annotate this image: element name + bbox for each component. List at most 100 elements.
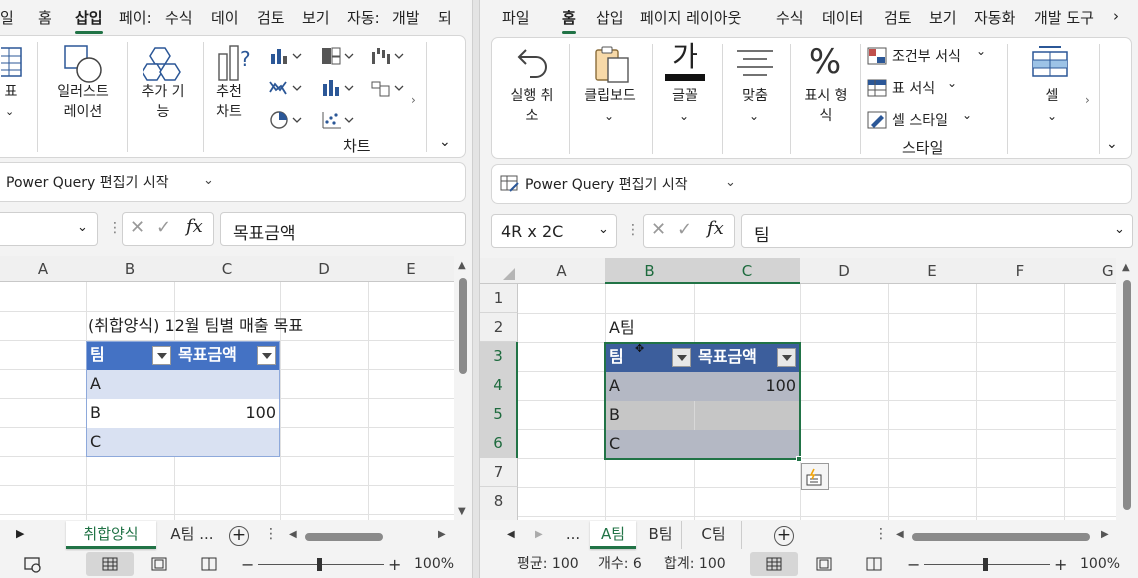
enter-icon[interactable]: ✓ [156, 217, 171, 238]
table-header-team[interactable]: 팀 [605, 343, 694, 372]
tab-insert[interactable]: 삽입 [596, 7, 624, 28]
status-sum[interactable]: 합계: 100 [664, 551, 726, 578]
accessibility-icon[interactable] [24, 557, 42, 573]
sheet-tab-team-a[interactable]: A팀 ... [160, 521, 224, 549]
horizontal-scroll-thumb[interactable] [305, 533, 383, 541]
conditional-format-button[interactable]: 조건부 서식 [892, 46, 961, 66]
undo-button-label[interactable]: 실행 취 소 [502, 86, 562, 126]
tab-insert[interactable]: 삽입 [75, 7, 103, 34]
sheet-tab-collection[interactable]: 취합양식 [66, 521, 156, 549]
ribbon-scroll-right-icon[interactable]: › [411, 90, 416, 110]
waterfall-chart-icon[interactable] [371, 46, 405, 66]
zoom-out-icon[interactable]: − [241, 551, 254, 578]
page-break-view-icon[interactable] [201, 557, 217, 571]
normal-view-button[interactable] [750, 552, 798, 576]
status-count[interactable]: 개수: 6 [598, 551, 642, 578]
chevron-down-icon[interactable]: ⌄ [604, 106, 614, 126]
chevron-down-icon[interactable]: ⌄ [749, 106, 759, 126]
clipboard-button-label[interactable]: 클립보드 [578, 86, 642, 106]
window-divider[interactable] [472, 0, 480, 578]
chevron-down-icon[interactable]: ⌄ [5, 102, 14, 122]
tab-data[interactable]: 데이 [211, 7, 239, 28]
normal-view-button[interactable] [86, 552, 134, 576]
ribbon-scroll-right-icon[interactable]: › [1085, 90, 1090, 110]
quick-analysis-button[interactable] [801, 463, 829, 490]
row-header-6[interactable]: 6 [480, 429, 518, 458]
column-chart-icon[interactable] [269, 46, 303, 66]
tab-page-layout[interactable]: 페이지 레이아웃 [640, 7, 741, 28]
tab-automate[interactable]: 자동화 [974, 7, 1015, 28]
row-header-8[interactable]: 8 [480, 487, 518, 516]
col-header-c[interactable]: C [694, 258, 800, 284]
add-sheet-icon[interactable]: + [229, 526, 249, 546]
formula-bar[interactable]: 목표금액 [220, 212, 466, 246]
power-query-launch-label[interactable]: Power Query 편집기 시작 [6, 172, 169, 192]
row-header-2[interactable]: 2 [480, 313, 518, 342]
chevron-down-icon[interactable]: ⌄ [962, 108, 972, 122]
tab-formulas[interactable]: 수식 [165, 7, 193, 28]
row-header-7[interactable]: 7 [480, 458, 518, 487]
tab-developer[interactable]: 개발 [392, 7, 420, 28]
horizontal-scroll-thumb[interactable] [912, 533, 1090, 541]
tab-automate[interactable]: 자동: [347, 7, 380, 28]
tab-data[interactable]: 데이터 [822, 7, 863, 28]
sheet-tab-team-a[interactable]: A팀 [590, 521, 636, 549]
sheet-scroll-right-icon[interactable]: ▶ [16, 527, 24, 540]
row-header-5[interactable]: 5 [480, 400, 518, 429]
tab-home[interactable]: 홈 [562, 7, 576, 34]
hscroll-left-icon[interactable]: ◀ [289, 529, 297, 540]
collapse-ribbon-icon[interactable]: ⌄ [439, 132, 451, 152]
name-box[interactable]: ⌄ [0, 212, 98, 246]
chevron-down-icon[interactable]: ⌄ [1047, 106, 1057, 126]
font-button-label[interactable]: 글꼴 [664, 86, 706, 106]
zoom-slider-thumb[interactable] [317, 558, 322, 571]
vertical-scrollbar[interactable]: ▲ [1118, 258, 1136, 520]
table-cell-b[interactable]: B [86, 399, 174, 428]
tab-view[interactable]: 보기 [929, 7, 957, 28]
row-header-1[interactable]: 1 [480, 284, 518, 313]
line-chart-icon[interactable] [269, 78, 303, 98]
enter-icon[interactable]: ✓ [677, 219, 692, 240]
filter-dropdown-button[interactable] [777, 348, 796, 367]
cell-styles-button[interactable]: 셀 스타일 [892, 110, 948, 130]
tab-formulas[interactable]: 수식 [776, 7, 804, 28]
left-sheet-grid[interactable]: A B C D E (취합양식) 12월 팀별 매출 목표 팀 목표금액 A B… [0, 256, 454, 520]
table-cell-a[interactable]: A [86, 370, 280, 399]
page-break-view-icon[interactable] [866, 557, 882, 571]
row-header-3[interactable]: 3 [480, 342, 518, 371]
col-header-a[interactable]: A [518, 258, 605, 284]
cancel-icon[interactable]: ✕ [130, 217, 145, 238]
zoom-level[interactable]: 100% [414, 551, 454, 578]
table-cell-b[interactable]: B [605, 401, 800, 430]
sheet-tab-team-c[interactable]: C팀 [686, 521, 742, 549]
combo-chart-icon[interactable] [371, 78, 405, 98]
illustrations-button-label[interactable]: 일러스트 레이션 [51, 82, 115, 122]
col-header-d[interactable]: D [800, 258, 888, 284]
chevron-down-icon[interactable]: ⌄ [725, 175, 736, 190]
scatter-chart-icon[interactable] [321, 110, 355, 130]
collapse-ribbon-icon[interactable]: ⌄ [1106, 134, 1118, 154]
zoom-in-icon[interactable]: + [388, 551, 401, 578]
status-average[interactable]: 평균: 100 [517, 551, 579, 578]
zoom-in-icon[interactable]: + [1054, 551, 1067, 578]
filter-dropdown-button[interactable] [257, 346, 276, 365]
table-header-target[interactable]: 목표금액 [174, 341, 280, 370]
tab-review[interactable]: 검토 [257, 7, 285, 28]
col-header-f[interactable]: F [976, 258, 1064, 284]
add-ins-button-label[interactable]: 추가 기 능 [133, 82, 193, 122]
table-button-label[interactable]: 표 [1, 82, 21, 102]
sheet-tab-overflow[interactable]: ... [558, 521, 588, 549]
chevron-down-icon[interactable]: ⌄ [1114, 222, 1125, 237]
table-cell-a-value[interactable]: 100 [694, 372, 800, 401]
vertical-scrollbar[interactable]: ▲ ▼ [454, 256, 472, 520]
tab-file[interactable]: 파일 [502, 7, 530, 28]
fill-handle[interactable] [796, 456, 802, 462]
filter-dropdown-button[interactable] [152, 346, 171, 365]
col-header-g[interactable]: G [1064, 258, 1116, 284]
cancel-icon[interactable]: ✕ [651, 219, 666, 240]
insert-function-icon[interactable]: fx [707, 218, 724, 239]
table-cell-c[interactable]: C [86, 428, 280, 457]
tab-page-layout[interactable]: 페이: [119, 7, 152, 28]
sheet-scroll-left-icon[interactable]: ◀ [507, 529, 515, 540]
zoom-slider-thumb[interactable] [983, 558, 988, 571]
